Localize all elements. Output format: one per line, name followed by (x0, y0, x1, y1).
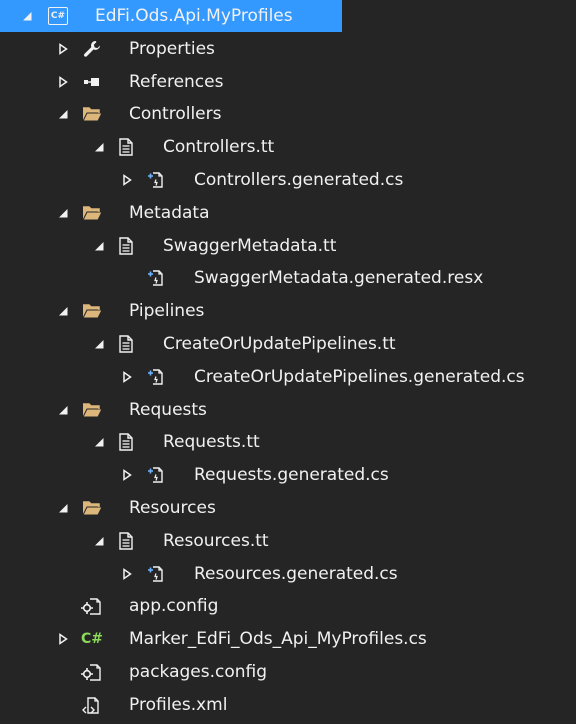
tree-item-label: References (129, 71, 224, 92)
tree-item-label: Resources.generated.cs (194, 563, 398, 584)
generated-file-icon (145, 267, 167, 289)
tree-item-label: Requests.tt (163, 432, 260, 453)
tree-item-label: Pipelines (129, 301, 205, 322)
tree-item[interactable]: app.config (0, 590, 576, 622)
tree-item-label: Controllers.tt (163, 137, 275, 158)
tree-item[interactable]: Controllers.generated.cs (0, 164, 576, 196)
tree-item[interactable]: Requests.generated.cs (0, 459, 576, 491)
tree-item-label: packages.config (129, 662, 268, 682)
tree-item[interactable]: SwaggerMetadata.tt (0, 230, 576, 262)
tree-item[interactable]: Pipelines (0, 295, 576, 327)
tree-item[interactable]: References (0, 66, 576, 98)
folder-open-icon (81, 202, 103, 224)
tree-item-label: SwaggerMetadata.tt (163, 235, 337, 256)
folder-open-icon (81, 300, 103, 322)
expanded-arrow-icon[interactable] (56, 206, 70, 220)
text-template-icon (115, 136, 137, 158)
config-file-icon (81, 661, 103, 683)
tree-item-label: Metadata (129, 202, 210, 223)
tree-item-label: CreateOrUpdatePipelines.generated.cs (194, 366, 525, 387)
tree-item-label: Profiles.xml (129, 694, 228, 715)
tree-item-label: Resources.tt (163, 530, 269, 551)
tree-item[interactable]: Resources.tt (0, 525, 576, 557)
tree-item[interactable]: Resources.generated.cs (0, 558, 576, 590)
collapsed-arrow-icon[interactable] (120, 468, 134, 482)
tree-item[interactable]: SwaggerMetadata.generated.resx (0, 262, 576, 294)
csharp-file-badge: C# (81, 631, 104, 648)
tree-item-label: Marker_EdFi_Ods_Api_MyProfiles.cs (129, 629, 427, 650)
xml-file-icon (81, 694, 103, 716)
expanded-arrow-icon[interactable] (56, 403, 70, 417)
expanded-arrow-icon[interactable] (92, 534, 106, 548)
tree-item-label: app.config (129, 596, 219, 617)
text-template-icon (115, 235, 137, 257)
csharp-project-icon: C# (47, 5, 69, 27)
expanded-arrow-icon[interactable] (92, 239, 106, 253)
expanded-arrow-icon[interactable] (56, 501, 70, 515)
tree-item[interactable]: Resources (0, 492, 576, 524)
collapsed-arrow-icon[interactable] (120, 173, 134, 187)
tree-item[interactable]: Controllers (0, 98, 576, 130)
tree-item-label: Resources (129, 498, 216, 518)
generated-file-icon (145, 464, 167, 486)
collapsed-arrow-icon[interactable] (120, 567, 134, 581)
tree-item-label: Requests.generated.cs (194, 465, 389, 486)
config-file-icon (81, 595, 103, 617)
text-template-icon (115, 431, 137, 453)
collapsed-arrow-icon[interactable] (56, 632, 70, 646)
tree-item[interactable]: CreateOrUpdatePipelines.generated.cs (0, 361, 576, 393)
tree-item[interactable]: Metadata (0, 197, 576, 229)
tree-item-label: CreateOrUpdatePipelines.tt (163, 334, 396, 354)
expanded-arrow-icon[interactable] (92, 337, 106, 351)
tree-item[interactable]: C# EdFi.Ods.Api.MyProfiles (0, 0, 342, 32)
expanded-arrow-icon[interactable] (56, 107, 70, 121)
tree-item[interactable]: Controllers.tt (0, 131, 576, 163)
folder-open-icon (81, 103, 103, 125)
text-template-icon (115, 530, 137, 552)
tree-item-label: Controllers (129, 104, 222, 125)
expanded-arrow-icon[interactable] (92, 435, 106, 449)
tree-item-label: Properties (129, 38, 215, 59)
tree-item[interactable]: Requests (0, 394, 576, 426)
tree-item-label: Requests (129, 399, 207, 420)
expanded-arrow-icon[interactable] (56, 304, 70, 318)
expanded-arrow-icon[interactable] (20, 9, 34, 23)
tree-item[interactable]: C# Marker_EdFi_Ods_Api_MyProfiles.cs (0, 623, 576, 655)
references-icon (81, 71, 103, 93)
tree-item[interactable]: packages.config (0, 656, 576, 688)
collapsed-arrow-icon[interactable] (56, 42, 70, 56)
collapsed-arrow-icon[interactable] (120, 370, 134, 384)
csharp-file-icon: C# (81, 628, 103, 650)
folder-open-icon (81, 497, 103, 519)
expanded-arrow-icon[interactable] (92, 140, 106, 154)
folder-open-icon (81, 399, 103, 421)
tree-item[interactable]: CreateOrUpdatePipelines.tt (0, 328, 576, 360)
tree-item[interactable]: Properties (0, 33, 576, 65)
csharp-project-badge: C# (48, 7, 68, 25)
generated-file-icon (145, 169, 167, 191)
collapsed-arrow-icon[interactable] (56, 75, 70, 89)
wrench-icon (81, 38, 103, 60)
tree-item-label: EdFi.Ods.Api.MyProfiles (95, 6, 293, 26)
tree-item[interactable]: Profiles.xml (0, 689, 576, 721)
generated-file-icon (145, 366, 167, 388)
tree-item-label: Controllers.generated.cs (194, 170, 404, 190)
generated-file-icon (145, 563, 167, 585)
tree-item[interactable]: Requests.tt (0, 426, 576, 458)
tree-item-label: SwaggerMetadata.generated.resx (194, 268, 484, 289)
text-template-icon (115, 333, 137, 355)
solution-explorer-tree: C# EdFi.Ods.Api.MyProfiles Properties Refer… (0, 0, 576, 724)
